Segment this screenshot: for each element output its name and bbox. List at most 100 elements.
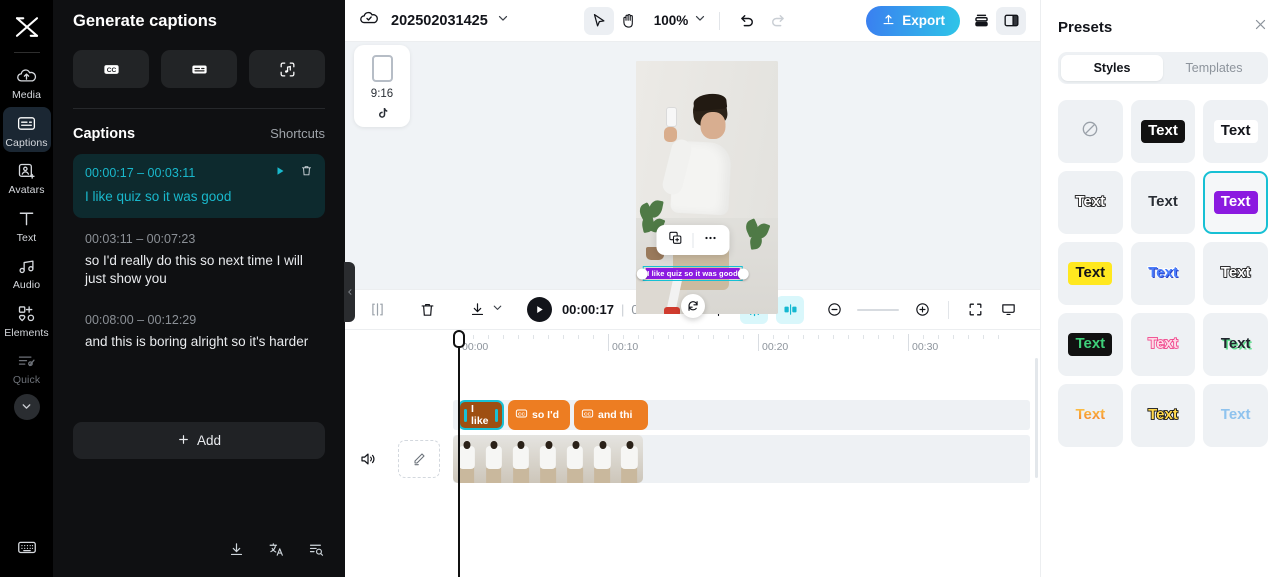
sidebar-item-quick[interactable]: Quick: [3, 344, 51, 390]
playhead-knob[interactable]: [453, 330, 465, 348]
captions-label: Captions: [73, 126, 136, 142]
duplicate-icon[interactable]: [667, 230, 683, 251]
redo-icon[interactable]: [762, 7, 792, 35]
toolbar-divider: [719, 11, 721, 30]
style-swatch-yellow-outline[interactable]: Text: [1130, 384, 1196, 447]
caption-clip[interactable]: CC so I'd: [508, 400, 570, 430]
caption-clip-label: and thi: [598, 409, 633, 421]
fit-screen-icon[interactable]: [961, 296, 989, 324]
caption-clip[interactable]: CC and thi: [574, 400, 648, 430]
sidebar-item-text[interactable]: Text: [3, 202, 51, 248]
style-swatch-dark-green-shadow[interactable]: Text: [1203, 313, 1268, 376]
play-icon[interactable]: [274, 164, 286, 182]
find-replace-icon[interactable]: [308, 541, 325, 563]
tab-templates[interactable]: Templates: [1163, 55, 1265, 81]
style-swatch-black-on-white[interactable]: Text: [1203, 100, 1268, 163]
timeline[interactable]: 00:00 00:10 00:20 00:30 I like CC so I'd…: [345, 330, 1040, 577]
upload-icon: [881, 12, 896, 30]
caption-item[interactable]: 00:00:17 – 00:03:11 I like quiz so it wa…: [73, 154, 325, 218]
style-swatch-white-outline-2[interactable]: Text: [1203, 242, 1268, 305]
edit-track-button[interactable]: [398, 440, 440, 478]
subtitle-button[interactable]: [161, 50, 237, 88]
resize-handle-right[interactable]: [737, 268, 749, 279]
timeline-ruler[interactable]: 00:00 00:10 00:20 00:30: [345, 330, 1040, 353]
style-swatch-orange-gradient[interactable]: Text: [1058, 384, 1123, 447]
cursor-arrow-icon[interactable]: [583, 6, 614, 35]
sidebar-item-captions[interactable]: Captions: [2, 106, 51, 152]
stack-layers-icon[interactable]: [966, 7, 996, 35]
aspect-ratio-card[interactable]: 9:16: [354, 45, 410, 127]
caption-clip[interactable]: I like: [458, 400, 504, 430]
expand-rail-button[interactable]: [13, 393, 40, 420]
shortcuts-link[interactable]: Shortcuts: [270, 126, 325, 141]
rotate-icon[interactable]: [680, 294, 705, 318]
download-dropdown-icon[interactable]: [491, 301, 504, 319]
style-preview-text: Text: [1213, 191, 1258, 214]
style-swatch-plain-dark[interactable]: Text: [1130, 171, 1196, 234]
video-thumbnail: [561, 435, 589, 483]
caption-item[interactable]: 00:08:00 – 00:12:29 and this is boring a…: [73, 303, 325, 363]
style-swatch-white-outline[interactable]: Text: [1058, 171, 1123, 234]
style-preview-text: Text: [1220, 264, 1251, 282]
style-swatch-white-on-purple[interactable]: Text: [1203, 171, 1268, 234]
caption-item[interactable]: 00:03:11 – 00:07:23 so I'd really do thi…: [73, 222, 325, 300]
clip-handle-right[interactable]: [495, 408, 498, 422]
export-button[interactable]: Export: [866, 5, 961, 36]
project-name[interactable]: 202502031425: [391, 13, 488, 29]
caption-text: I like quiz so it was good: [85, 189, 232, 204]
style-swatch-green-on-black[interactable]: Text: [1058, 313, 1123, 376]
caption-track[interactable]: I like CC so I'd CC and thi: [453, 400, 1030, 430]
keyboard-shortcuts-button[interactable]: [16, 536, 38, 563]
video-clip[interactable]: [453, 435, 643, 483]
cc-button[interactable]: CC: [73, 50, 149, 88]
zoom-level-label[interactable]: 100%: [654, 13, 689, 28]
sidebar-item-avatars[interactable]: Avatars: [3, 154, 51, 200]
clip-handle-left[interactable]: [464, 408, 467, 422]
timeline-scrollbar[interactable]: [1035, 358, 1038, 478]
download-icon[interactable]: [463, 296, 491, 324]
add-caption-button[interactable]: Add: [73, 422, 325, 459]
sidebar-panel-icon[interactable]: [996, 6, 1027, 35]
video-thumbnail: [480, 435, 508, 483]
hand-icon[interactable]: [614, 7, 644, 35]
collapse-panel-button[interactable]: [344, 262, 355, 322]
sidebar-item-audio[interactable]: Audio: [3, 249, 51, 295]
sidebar-item-elements[interactable]: Elements: [3, 297, 51, 343]
zoom-dropdown-icon[interactable]: [693, 11, 707, 30]
preview-monitor-icon[interactable]: [994, 296, 1022, 324]
speaker-icon[interactable]: [359, 450, 377, 473]
style-swatch-light-blue[interactable]: Text: [1203, 384, 1268, 447]
resize-handle-left[interactable]: [636, 268, 648, 279]
undo-icon[interactable]: [732, 7, 762, 35]
sidebar-item-media[interactable]: Media: [3, 59, 51, 105]
delete-clip-icon[interactable]: [413, 296, 441, 324]
tiktok-icon[interactable]: [375, 106, 390, 126]
preview-subject-phone: [665, 106, 677, 127]
transition-icon[interactable]: [776, 295, 804, 324]
style-swatch-pink-outline[interactable]: Text: [1130, 313, 1196, 376]
zoom-in-icon[interactable]: [908, 296, 936, 324]
chevron-down-icon[interactable]: [496, 11, 510, 30]
trash-icon[interactable]: [300, 164, 313, 182]
video-thumbnail: [507, 435, 535, 483]
style-swatch-blue-outline[interactable]: Text: [1130, 242, 1196, 305]
translate-icon[interactable]: [268, 541, 285, 563]
style-swatch-white-on-black[interactable]: Text: [1130, 100, 1196, 163]
style-swatch-none[interactable]: [1058, 100, 1123, 163]
zoom-out-icon[interactable]: [820, 296, 848, 324]
playhead[interactable]: [453, 330, 465, 577]
download-icon[interactable]: [228, 541, 245, 563]
style-swatch-black-on-yellow[interactable]: Text: [1058, 242, 1123, 305]
cloud-check-icon[interactable]: [359, 8, 379, 33]
play-button[interactable]: [526, 297, 552, 322]
tab-styles[interactable]: Styles: [1061, 55, 1163, 81]
capcut-logo-icon[interactable]: [10, 10, 44, 44]
close-icon[interactable]: [1253, 17, 1268, 37]
video-track[interactable]: [453, 435, 1030, 483]
timeline-zoom-slider[interactable]: [857, 308, 899, 311]
style-preview-text: Text: [1068, 262, 1113, 285]
caption-text-overlay[interactable]: I like quiz so it was good: [636, 266, 749, 281]
split-clip-icon[interactable]: [363, 296, 391, 324]
auto-lyrics-button[interactable]: [249, 50, 325, 88]
more-dots-icon[interactable]: [702, 230, 718, 251]
